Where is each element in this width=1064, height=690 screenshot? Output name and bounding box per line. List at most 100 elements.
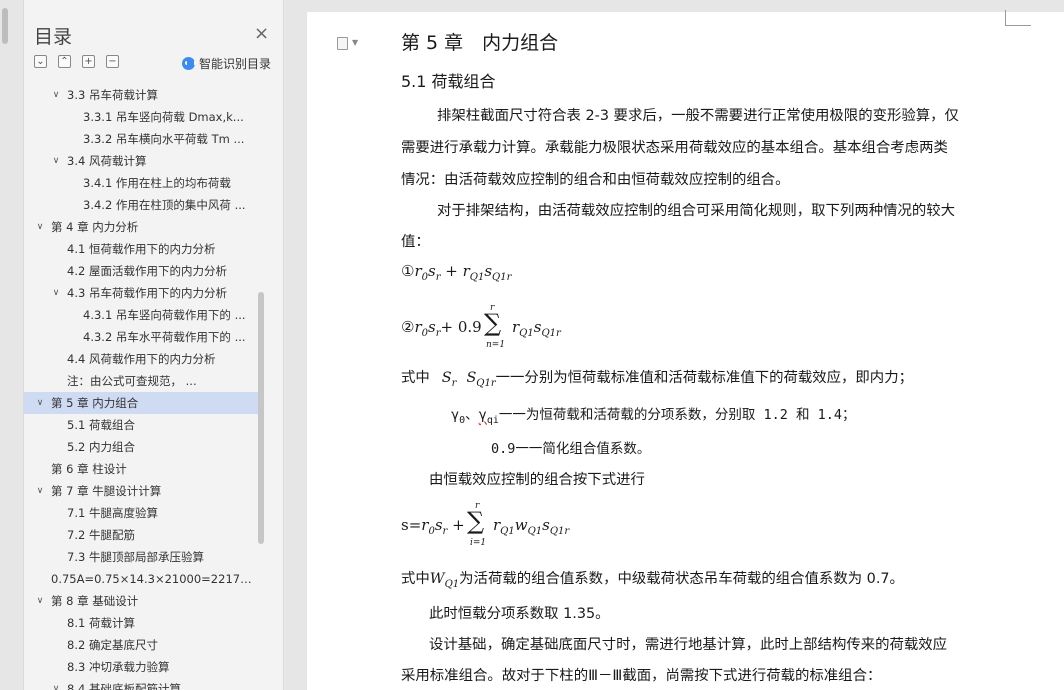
toc-item[interactable]: 4.3.2 吊车水平荷载作用下的 ... — [24, 326, 260, 348]
toc-item[interactable]: 8.1 荷载计算 — [24, 612, 260, 634]
chevron-down-icon[interactable]: ∨ — [50, 282, 62, 304]
toc-item[interactable]: ∨ 8.4 基础底板配筋计算 — [24, 678, 260, 690]
toc-item[interactable]: 3.4.1 作用在柱上的均布荷载 — [24, 172, 260, 194]
toc-item-label: 4.1 恒荷载作用下的内力分析 — [67, 242, 216, 256]
sum-lower-limit: n=1 — [486, 340, 506, 350]
toc-item-label: 7.2 牛腿配筋 — [67, 528, 135, 542]
toc-item[interactable]: 3.4.2 作用在柱顶的集中风荷 ... — [24, 194, 260, 216]
toc-item-label: 3.3.2 吊车横向水平荷载 Tm ... — [83, 132, 245, 146]
toc-item[interactable]: 4.2 屋面活载作用下的内力分析 — [24, 260, 260, 282]
paragraph-line: 需要进行承载力计算。承载能力极限状态采用荷载效应的基本组合。基本组合考虑两类 — [401, 140, 948, 156]
toc-item-label: 7.3 牛腿顶部局部承压验算 — [67, 550, 204, 564]
toc-item[interactable]: 注：由公式可查规范， ... — [24, 370, 260, 392]
toc-item[interactable]: 7.1 牛腿高度验算 — [24, 502, 260, 524]
chevron-down-icon[interactable]: ∨ — [50, 150, 62, 172]
smart-toc-icon — [182, 56, 196, 70]
close-icon[interactable]: × — [254, 24, 269, 44]
chevron-down-icon[interactable]: ∨ — [50, 84, 62, 106]
chevron-down-icon[interactable]: ∨ — [50, 678, 62, 690]
expand-all-icon[interactable]: ⌃ — [58, 55, 71, 68]
toc-item-label: 5.1 荷载组合 — [67, 418, 135, 432]
paragraph-line: 排架柱截面尺寸符合表 2-3 要求后，一般不需要进行正常使用极限的变形验算，仅 — [437, 108, 959, 124]
toc-item-label: 第 8 章 基础设计 — [51, 594, 139, 608]
toc-item-label: 3.3.1 吊车竖向荷载 Dmax,k... — [83, 110, 244, 124]
toc-item[interactable]: 3.3.1 吊车竖向荷载 Dmax,k... — [24, 106, 260, 128]
formula-2-term: rQ1sQ1r — [512, 318, 561, 339]
toc-item-label: 7.1 牛腿高度验算 — [67, 506, 158, 520]
paragraph-line: 值： — [401, 234, 430, 250]
toc-item[interactable]: 8.3 冲切承载力验算 — [24, 656, 260, 678]
formula-coef: + 0.9 — [440, 318, 482, 336]
sum-symbol: ∑ — [484, 309, 502, 337]
toc-item[interactable]: ∨ 第 8 章 基础设计 — [24, 590, 260, 612]
toc-item-label: 8.1 荷载计算 — [67, 616, 135, 630]
left-gutter — [0, 0, 24, 690]
remove-heading-icon[interactable]: − — [106, 55, 119, 68]
paragraph-line: 此时恒载分项系数取 1.35。 — [429, 606, 610, 622]
toc-item-label: 4.3.2 吊车水平荷载作用下的 ... — [83, 330, 246, 344]
toc-item-label: 0.75A=0.75×14.3×21000=2217 ... — [51, 572, 252, 586]
chapter-title: 第 5 章 内力组合 — [401, 32, 559, 54]
formula-number: ② — [401, 318, 415, 336]
toc-item[interactable]: ∨ 第 4 章 内力分析 — [24, 216, 260, 238]
toc-item-label: 8.3 冲切承载力验算 — [67, 660, 170, 674]
toc-item-label: 4.3.1 吊车竖向荷载作用下的 ... — [83, 308, 246, 322]
gutter-scrollbar-thumb[interactable] — [2, 8, 8, 44]
chevron-down-icon[interactable]: ▼ — [352, 38, 358, 47]
chevron-down-icon[interactable]: ∨ — [34, 480, 46, 502]
paragraph-line: 由恒载效应控制的组合按下式进行 — [429, 472, 645, 488]
toc-list: ∨ 3.3 吊车荷载计算 3.3.1 吊车竖向荷载 Dmax,k... 3.3.2 吊… — [24, 84, 260, 690]
toc-item-label: 第 5 章 内力组合 — [51, 396, 139, 410]
toc-item[interactable]: 4.3.1 吊车竖向荷载作用下的 ... — [24, 304, 260, 326]
paragraph-line: 情况：由活荷载效应控制的组合和由恒荷载效应控制的组合。 — [401, 172, 790, 188]
where-line-2: γ0、γqi一一为恒荷载和活荷载的分项系数，分别取 1.2 和 1.4； — [451, 407, 856, 426]
formula-number: ① — [401, 262, 415, 280]
toc-item-label: 5.2 内力组合 — [67, 440, 135, 454]
document-icon[interactable] — [337, 37, 348, 50]
where-line-1: 式中 Sr SQ1r一一分别为恒荷载标准值和活荷载标准值下的荷载效应，即内力； — [401, 370, 913, 389]
formula-1: ①r0sr + rQ1sQ1r — [401, 262, 512, 283]
toc-item[interactable]: 第 6 章 柱设计 — [24, 458, 260, 480]
toc-item-label: 8.4 基础底板配筋计算 — [67, 682, 181, 690]
toc-item-label: 4.3 吊车荷载作用下的内力分析 — [67, 286, 227, 300]
toc-item[interactable]: 5.1 荷载组合 — [24, 414, 260, 436]
toc-panel: 目录 × ⌄ ⌃ + − 智能识别目录 ∨ 3.3 吊车荷载计算 3.3.1 吊车竖… — [24, 0, 284, 690]
formula-2: ②r0sr+ 0.9 — [401, 318, 482, 339]
toc-item[interactable]: 8.2 确定基底尺寸 — [24, 634, 260, 656]
toc-item[interactable]: ∨ 第 5 章 内力组合 — [24, 392, 260, 414]
toc-item-label: 3.4 风荷载计算 — [67, 154, 147, 168]
toc-item-label: 4.2 屋面活载作用下的内力分析 — [67, 264, 227, 278]
section-title: 5.1 荷载组合 — [401, 72, 496, 91]
toc-item[interactable]: 3.3.2 吊车横向水平荷载 Tm ... — [24, 128, 260, 150]
toc-item-label: 注：由公式可查规范， ... — [67, 374, 197, 388]
toc-title: 目录 — [34, 26, 73, 48]
toc-item[interactable]: 0.75A=0.75×14.3×21000=2217 ... — [24, 568, 260, 590]
toc-scrollbar-thumb[interactable] — [258, 292, 264, 544]
toc-item[interactable]: 7.3 牛腿顶部局部承压验算 — [24, 546, 260, 568]
toc-item[interactable]: 7.2 牛腿配筋 — [24, 524, 260, 546]
toc-item[interactable]: ∨ 3.4 风荷载计算 — [24, 150, 260, 172]
toc-item-label: 8.2 确定基底尺寸 — [67, 638, 158, 652]
document-editor-window: 目录 × ⌄ ⌃ + − 智能识别目录 ∨ 3.3 吊车荷载计算 3.3.1 吊车竖… — [0, 0, 1064, 690]
smart-toc-button[interactable]: 智能识别目录 — [182, 55, 271, 71]
toc-item[interactable]: ∨ 3.3 吊车荷载计算 — [24, 84, 260, 106]
sum-symbol: ∑ — [467, 507, 485, 535]
toc-item[interactable]: 5.2 内力组合 — [24, 436, 260, 458]
collapse-all-icon[interactable]: ⌄ — [34, 55, 47, 68]
paragraph-line: 式中WQ1为活荷载的组合值系数，中级载荷状态吊车荷载的组合值系数为 0.7。 — [401, 571, 904, 590]
toc-item-label: 3.4.2 作用在柱顶的集中风荷 ... — [83, 198, 246, 212]
chevron-down-icon[interactable]: ∨ — [34, 392, 46, 414]
chevron-down-icon[interactable]: ∨ — [34, 216, 46, 238]
chevron-down-icon[interactable]: ∨ — [34, 590, 46, 612]
toc-item-label: 3.4.1 作用在柱上的均布荷载 — [83, 176, 231, 190]
toc-item[interactable]: 4.4 风荷载作用下的内力分析 — [24, 348, 260, 370]
smart-toc-label: 智能识别目录 — [199, 56, 272, 71]
formula-3: s=r0sr + — [401, 516, 465, 537]
toc-item-label: 4.4 风荷载作用下的内力分析 — [67, 352, 216, 366]
paragraph-line: 设计基础，确定基础底面尺寸时，需进行地基计算，此时上部结构传来的荷载效应 — [429, 637, 948, 653]
toc-item-label: 第 6 章 柱设计 — [51, 462, 127, 476]
toc-item[interactable]: 4.1 恒荷载作用下的内力分析 — [24, 238, 260, 260]
toc-item[interactable]: ∨ 第 7 章 牛腿设计计算 — [24, 480, 260, 502]
toc-item[interactable]: ∨ 4.3 吊车荷载作用下的内力分析 — [24, 282, 260, 304]
add-heading-icon[interactable]: + — [82, 55, 95, 68]
